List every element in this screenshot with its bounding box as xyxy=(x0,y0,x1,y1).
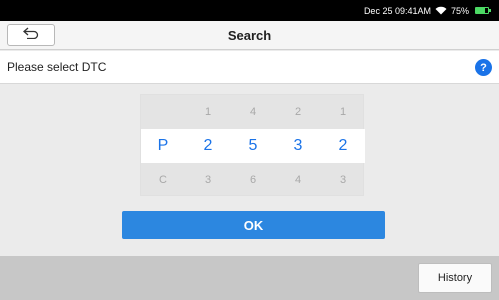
picker-row-selected: P 2 5 3 2 xyxy=(141,129,365,163)
back-arrow-icon xyxy=(23,26,39,44)
back-button[interactable] xyxy=(7,24,55,46)
bottom-bar: History xyxy=(0,256,499,300)
picker-cell-below-1[interactable]: C xyxy=(141,163,185,197)
status-bar: Dec 25 09:41AM 75% xyxy=(0,0,499,21)
battery-icon xyxy=(475,7,491,14)
prompt-row: Please select DTC ? xyxy=(0,51,499,84)
app-screen: Dec 25 09:41AM 75% Search Please select … xyxy=(0,0,499,300)
ok-button[interactable]: OK xyxy=(122,211,385,239)
picker-cell-above-1[interactable] xyxy=(141,95,185,129)
picker-cell-below-4[interactable]: 4 xyxy=(276,163,320,197)
picker-cell-above-5[interactable]: 1 xyxy=(321,95,365,129)
picker-cell-selected-3[interactable]: 5 xyxy=(231,129,275,163)
history-button[interactable]: History xyxy=(418,263,492,293)
wifi-icon xyxy=(435,6,447,15)
help-icon[interactable]: ? xyxy=(475,59,492,76)
picker-cell-above-2[interactable]: 1 xyxy=(186,95,230,129)
picker-cell-above-3[interactable]: 4 xyxy=(231,95,275,129)
battery-level-fill xyxy=(476,8,485,13)
picker-cell-below-2[interactable]: 3 xyxy=(186,163,230,197)
page-title: Search xyxy=(227,27,272,43)
status-datetime: Dec 25 09:41AM xyxy=(363,5,431,16)
picker-cell-selected-4[interactable]: 3 xyxy=(276,129,320,163)
picker-cell-above-4[interactable]: 2 xyxy=(276,95,320,129)
picker-cell-selected-2[interactable]: 2 xyxy=(186,129,230,163)
prompt-text: Please select DTC xyxy=(7,60,107,74)
picker-row-below: C 3 6 4 3 xyxy=(141,163,365,197)
picker-row-above: 1 4 2 1 xyxy=(141,95,365,129)
picker-cell-selected-5[interactable]: 2 xyxy=(321,129,365,163)
battery-percent: 75% xyxy=(450,5,469,16)
picker-cell-below-5[interactable]: 3 xyxy=(321,163,365,197)
dtc-picker[interactable]: 1 4 2 1 P 2 5 3 2 C 3 6 4 3 xyxy=(140,94,365,197)
picker-cell-below-3[interactable]: 6 xyxy=(231,163,275,197)
title-bar: Search xyxy=(0,21,499,50)
picker-cell-selected-1[interactable]: P xyxy=(141,129,185,163)
